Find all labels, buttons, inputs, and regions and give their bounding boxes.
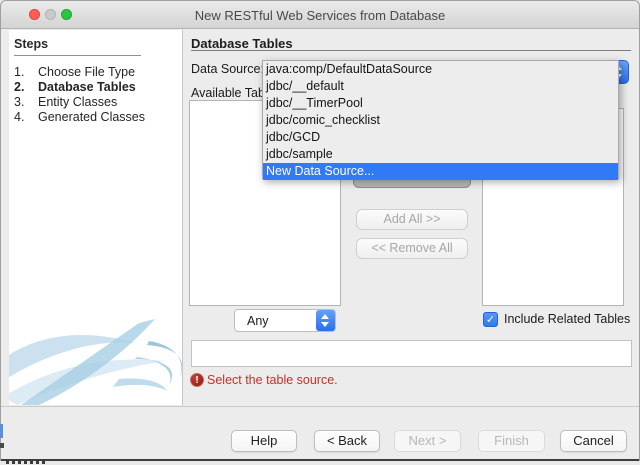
dropdown-item-new-data-source[interactable]: New Data Source... [263,163,618,180]
steps-heading: Steps [14,37,141,56]
chevron-up-icon [321,314,329,319]
wizard-dialog: New RESTful Web Services from Database S… [0,0,640,461]
background-artifact [0,443,4,448]
table-type-combo-stepper[interactable] [316,310,335,331]
cancel-button[interactable]: Cancel [560,430,627,452]
table-type-combo[interactable]: Any [234,309,336,332]
include-related-tables-label: Include Related Tables [504,312,630,326]
remove-all-button[interactable]: << Remove All [356,238,468,259]
dropdown-item[interactable]: java:comp/DefaultDataSource [263,61,618,78]
help-button[interactable]: Help [231,430,297,452]
step-label: Database Tables [38,80,136,95]
table-filter-input[interactable] [191,340,632,367]
dropdown-item[interactable]: jdbc/GCD [263,129,618,146]
include-related-tables-checkbox[interactable]: ✓ [483,312,498,327]
page-title: Database Tables [191,36,293,51]
dropdown-item[interactable]: jdbc/comic_checklist [263,112,618,129]
window-title: New RESTful Web Services from Database [1,8,639,23]
next-button[interactable]: Next > [394,430,461,452]
dropdown-item[interactable]: jdbc/__TimerPool [263,95,618,112]
data-source-label: Data Source: [191,62,264,76]
title-bar[interactable]: New RESTful Web Services from Database [1,1,639,29]
chevron-down-icon [321,322,329,327]
step-item-database-tables: 2. Database Tables [14,80,179,95]
error-message: Select the table source. [207,373,338,387]
background-artifact [0,424,3,438]
step-item-entity-classes: 3. Entity Classes [14,95,179,110]
error-icon: ! [190,373,204,387]
back-button[interactable]: < Back [314,430,380,452]
watermark-graphic [9,317,183,405]
screen: New RESTful Web Services from Database S… [0,0,640,465]
background-artifact [6,460,46,464]
steps-panel: Steps 1. Choose File Type 2. Database Ta… [9,30,183,405]
table-type-combo-value: Any [235,314,316,328]
add-all-button[interactable]: Add All >> [356,209,468,230]
step-label: Choose File Type [38,65,135,80]
dropdown-item[interactable]: jdbc/__default [263,78,618,95]
step-item-generated-classes: 4. Generated Classes [14,110,179,125]
dropdown-item[interactable]: jdbc/sample [263,146,618,163]
finish-button[interactable]: Finish [478,430,545,452]
step-item-choose-file-type: 1. Choose File Type [14,65,179,80]
footer-divider [1,406,640,407]
header-rule [191,50,631,51]
available-tables-label: Available Tab [191,86,265,100]
step-label: Generated Classes [38,110,145,125]
step-label: Entity Classes [38,95,117,110]
data-source-dropdown-popup: java:comp/DefaultDataSource jdbc/__defau… [262,60,619,179]
